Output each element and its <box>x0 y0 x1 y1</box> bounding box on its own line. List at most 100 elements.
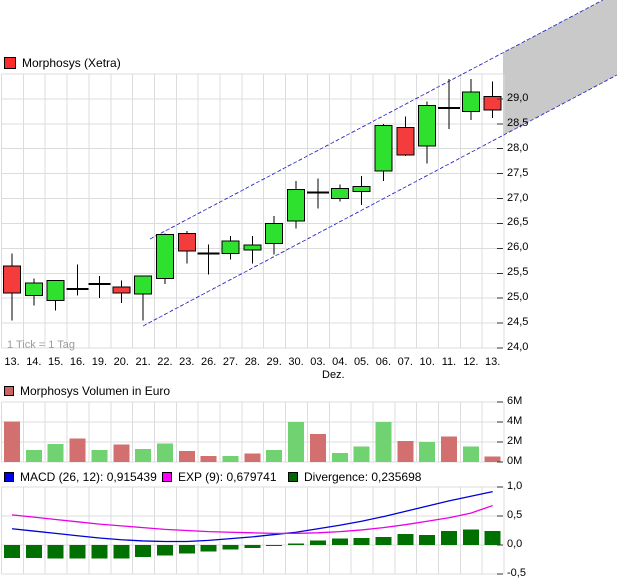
macd-axis-label: 0,5 <box>507 509 523 521</box>
volume-axis-label: 0M <box>507 455 523 467</box>
divergence-bar <box>331 538 348 545</box>
macd-axis-label: 1,0 <box>507 480 523 492</box>
candle-body <box>3 265 21 294</box>
price-axis-label: 28,5 <box>507 116 529 129</box>
main-chart-title: Morphosys (Xetra) <box>22 56 121 70</box>
doji-line <box>66 288 89 291</box>
divergence-legend-item: Divergence: 0,235698 <box>288 470 421 484</box>
divergence-bar <box>309 540 326 545</box>
exp-line <box>11 504 493 535</box>
volume-bar <box>353 446 370 462</box>
volume-bar <box>331 453 348 462</box>
divergence-bar <box>25 545 42 558</box>
divergence-bar <box>135 545 152 558</box>
candle-body <box>177 232 196 252</box>
exp-legend-label: EXP (9): 0,679741 <box>178 470 277 484</box>
candle-body <box>155 233 174 279</box>
candle-body <box>46 280 65 302</box>
divergence-bar <box>178 545 195 554</box>
volume-axis-label: 2M <box>507 435 523 447</box>
price-axis-label: 24,5 <box>507 316 529 329</box>
volume-bar <box>69 438 86 462</box>
candle-body <box>461 91 480 112</box>
divergence-bar <box>288 543 305 545</box>
volume-bar <box>178 451 195 462</box>
price-axis-label: 26,0 <box>507 241 529 254</box>
divergence-bar <box>222 545 239 550</box>
candle-body <box>396 126 415 156</box>
volume-bar <box>397 441 414 462</box>
price-axis-label: 27,0 <box>507 191 529 204</box>
legend-square-icon <box>4 57 16 69</box>
volume-bar <box>462 446 479 462</box>
candle-body <box>112 286 131 294</box>
volume-bar <box>135 449 152 462</box>
divergence-bar <box>91 545 108 559</box>
volume-bar <box>309 434 326 462</box>
volume-bar <box>441 436 457 462</box>
doji-line <box>306 191 329 194</box>
candle-body <box>418 104 437 147</box>
volume-bar <box>25 450 42 462</box>
price-axis-label: 25,0 <box>507 291 529 304</box>
volume-bar <box>47 444 64 462</box>
price-axis-label: 28,0 <box>507 141 529 154</box>
divergence-legend-label: Divergence: 0,235698 <box>304 470 422 484</box>
date-axis-label: 13. <box>485 356 501 368</box>
volume-bar <box>244 453 261 462</box>
divergence-bar <box>419 535 436 545</box>
divergence-bar <box>200 545 217 552</box>
volume-bar <box>200 456 217 462</box>
volume-bar <box>266 450 283 462</box>
month-label: Dez. <box>322 369 345 381</box>
doji-line <box>197 252 220 255</box>
candle-body <box>374 124 393 172</box>
divergence-bar <box>113 545 130 559</box>
price-axis-label: 29,0 <box>507 91 529 104</box>
macd-axis-label: 0,0 <box>507 538 523 550</box>
price-axis-label: 25,5 <box>507 266 529 279</box>
divergence-bar <box>441 531 457 545</box>
volume-bar <box>288 422 305 462</box>
legend-square-icon <box>162 472 172 482</box>
divergence-bar <box>47 545 64 559</box>
divergence-bar <box>244 545 261 548</box>
price-axis-label: 26,5 <box>507 216 529 229</box>
doji-line <box>88 283 111 286</box>
divergence-bar <box>353 538 370 545</box>
divergence-bar <box>484 531 501 545</box>
volume-bar <box>419 442 436 462</box>
volume-bar <box>484 456 501 462</box>
candle-body <box>243 244 262 251</box>
macd-legend-label: MACD (26, 12): 0,915439 <box>20 470 157 484</box>
volume-axis-label: 6M <box>507 395 523 407</box>
stock-chart-window: { "main_chart": { "legend_label": "Morph… <box>0 0 617 585</box>
candle-body <box>134 275 153 295</box>
divergence-bar <box>156 545 173 556</box>
volume-bar <box>156 443 173 462</box>
candle-body <box>330 188 349 200</box>
candle-body <box>265 222 284 244</box>
trend-channel-upper-line <box>149 0 604 240</box>
macd-line <box>11 491 493 543</box>
legend-square-icon <box>288 472 298 482</box>
main-chart-legend: Morphosys (Xetra) <box>4 56 121 70</box>
divergence-bar <box>375 536 392 545</box>
divergence-bar <box>397 533 414 545</box>
divergence-bar <box>462 529 479 545</box>
volume-bar <box>375 422 392 462</box>
candle-body <box>24 282 43 297</box>
divergence-bar <box>4 545 20 558</box>
macd-legend-item: MACD (26, 12): 0,915439 <box>4 470 157 484</box>
exp-legend-item: EXP (9): 0,679741 <box>162 470 277 484</box>
candle-body <box>287 189 306 222</box>
trend-channel-lower-line <box>142 74 617 327</box>
legend-square-icon <box>4 472 14 482</box>
volume-chart-title: Morphosys Volumen in Euro <box>20 384 171 398</box>
macd-axis-label: -0,5 <box>507 567 526 579</box>
candle-body <box>352 186 371 193</box>
divergence-bar <box>69 545 86 559</box>
volume-bar <box>222 456 239 462</box>
volume-bar <box>113 444 130 462</box>
divergence-bar <box>266 545 283 547</box>
